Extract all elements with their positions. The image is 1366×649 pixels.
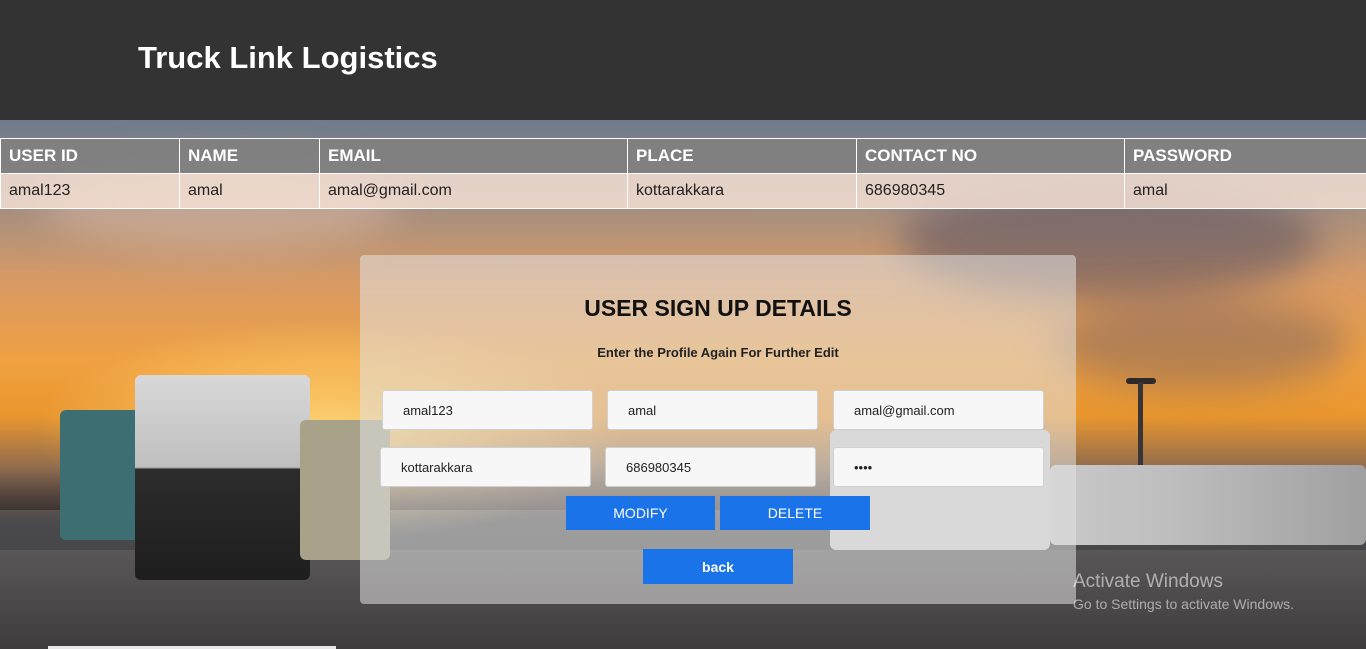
watermark-title: Activate Windows	[1073, 571, 1223, 592]
column-header-place: PLACE	[627, 138, 857, 174]
edit-profile-panel: USER SIGN UP DETAILS Enter the Profile A…	[360, 255, 1076, 604]
contact-input[interactable]	[605, 447, 816, 487]
column-header-email: EMAIL	[319, 138, 628, 174]
cell-email: amal@gmail.com	[319, 173, 628, 209]
truck-row-shape	[1050, 465, 1366, 545]
delete-button[interactable]: DELETE	[720, 496, 870, 530]
cell-contact: 686980345	[856, 173, 1125, 209]
column-header-password: PASSWORD	[1124, 138, 1366, 174]
app-header: Truck Link Logistics	[0, 0, 1366, 120]
truck-cab-shape	[135, 375, 310, 580]
user-table: USER ID NAME EMAIL PLACE CONTACT NO PASS…	[0, 138, 1366, 209]
user-id-input[interactable]	[382, 390, 593, 430]
truck-trailer-shape	[60, 410, 140, 540]
back-button[interactable]: back	[643, 549, 793, 584]
activate-windows-watermark: Activate Windows Go to Settings to activ…	[1073, 571, 1294, 612]
modify-button[interactable]: MODIFY	[566, 496, 715, 530]
cell-name: amal	[179, 173, 320, 209]
form-heading: USER SIGN UP DETAILS	[584, 295, 852, 321]
place-input[interactable]	[380, 447, 591, 487]
email-input[interactable]	[833, 390, 1044, 430]
cell-user-id: amal123	[0, 173, 180, 209]
column-header-user-id: USER ID	[0, 138, 180, 174]
watermark-subtitle: Go to Settings to activate Windows.	[1073, 596, 1294, 612]
cloud-shape	[1050, 300, 1350, 390]
table-header-row: USER ID NAME EMAIL PLACE CONTACT NO PASS…	[0, 138, 1366, 174]
form-subheading: Enter the Profile Again For Further Edit	[597, 345, 839, 360]
column-header-name: NAME	[179, 138, 320, 174]
table-row: amal123 amal amal@gmail.com kottarakkara…	[0, 173, 1366, 209]
password-input[interactable]	[833, 447, 1044, 487]
cell-password: amal	[1124, 173, 1366, 209]
cell-place: kottarakkara	[627, 173, 857, 209]
app-title: Truck Link Logistics	[138, 40, 438, 75]
name-input[interactable]	[607, 390, 818, 430]
column-header-contact: CONTACT NO	[856, 138, 1125, 174]
